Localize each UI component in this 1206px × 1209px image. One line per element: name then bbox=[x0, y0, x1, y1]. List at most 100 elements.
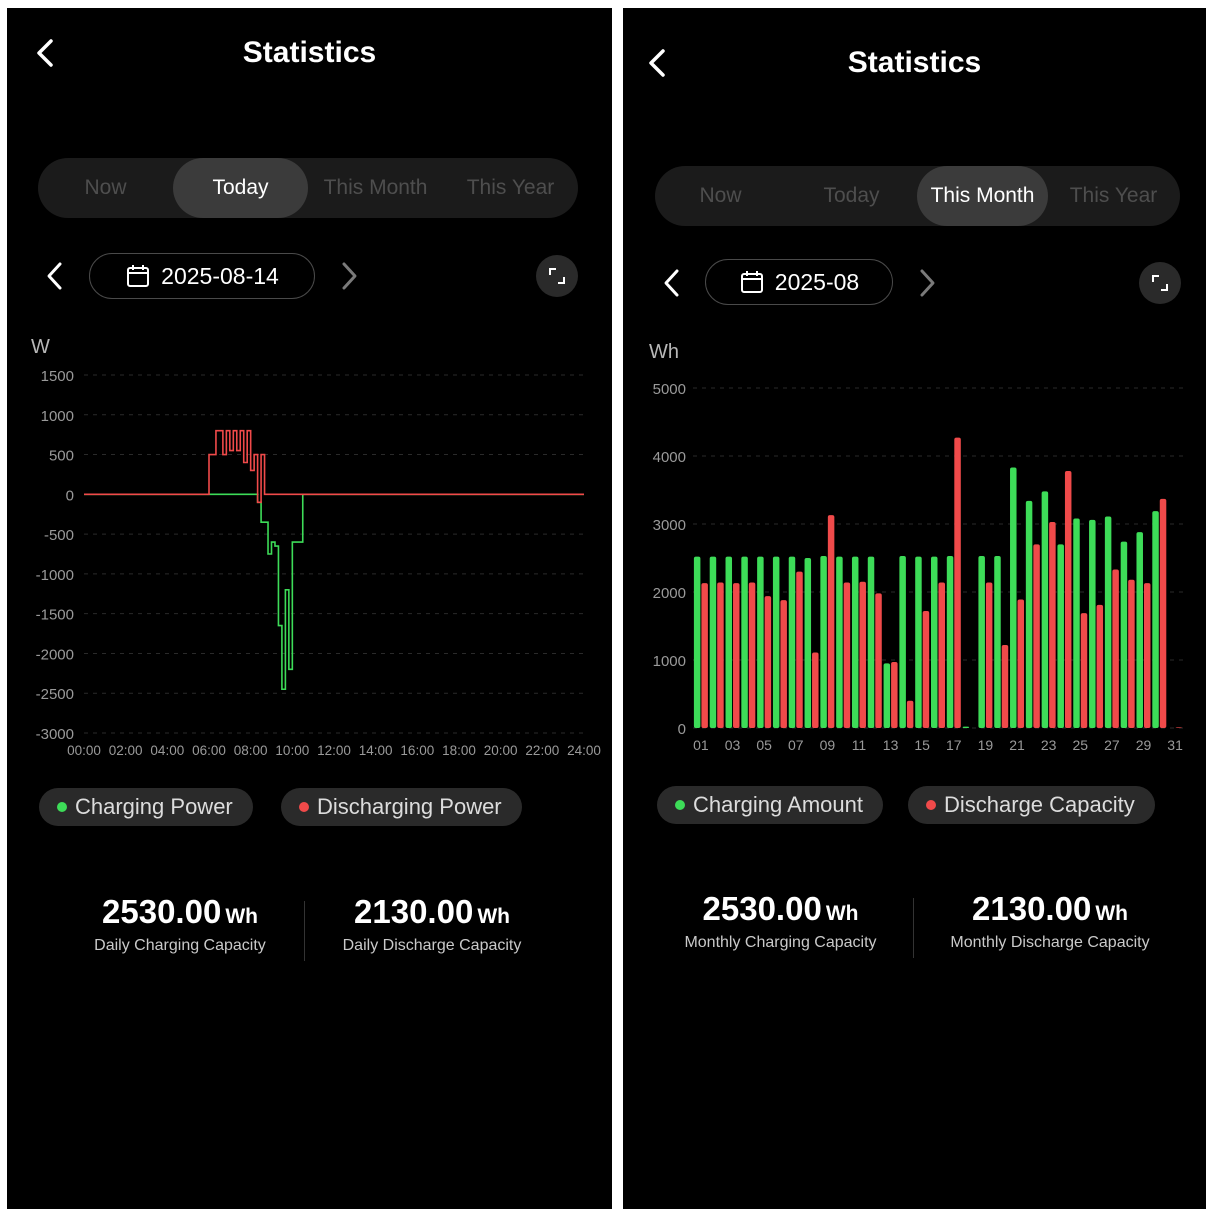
tab-this-month[interactable]: This Month bbox=[308, 158, 443, 218]
discharge-bar bbox=[1175, 727, 1183, 728]
y-tick-label: 500 bbox=[49, 448, 74, 465]
x-tick-label: 01 bbox=[693, 737, 709, 753]
x-tick-label: 16:00 bbox=[400, 743, 434, 758]
legend-charging-power[interactable]: Charging Power bbox=[39, 788, 253, 826]
stat-caption: Daily Charging Capacity bbox=[94, 937, 266, 954]
charge-bar bbox=[962, 726, 970, 728]
energy-bar-chart: 5000 4000 3000 2000 1000 0 01 03 05 07 09 11 13 15 17 1… bbox=[653, 381, 1183, 753]
chevron-left-icon bbox=[664, 269, 679, 297]
date-picker[interactable]: 2025-08 bbox=[705, 259, 893, 305]
previous-date-button[interactable] bbox=[40, 256, 70, 296]
discharge-bar bbox=[1112, 569, 1119, 728]
charge-bar bbox=[725, 556, 733, 728]
stat-unit: Wh bbox=[1095, 902, 1128, 925]
expand-icon bbox=[1152, 275, 1168, 291]
tab-today[interactable]: Today bbox=[173, 158, 308, 218]
y-tick-label: 1500 bbox=[41, 368, 74, 385]
stat-divider bbox=[304, 901, 305, 961]
charge-bar bbox=[1010, 467, 1017, 728]
tab-now[interactable]: Now bbox=[655, 166, 786, 226]
stat-divider bbox=[913, 898, 914, 958]
power-line-chart: 1500 1000 500 0 -500 -1000 -1500 -2000 -2500 -300… bbox=[36, 368, 601, 758]
x-tick-label: 05 bbox=[756, 737, 772, 753]
charge-bar bbox=[820, 555, 827, 728]
y-tick-label: -1000 bbox=[36, 567, 74, 584]
x-tick-label: 10:00 bbox=[275, 743, 309, 758]
next-date-button[interactable] bbox=[334, 256, 364, 296]
monthly-charging-stat: 2530.00 Wh Monthly Charging Capacity bbox=[673, 890, 888, 952]
charge-bar bbox=[1057, 544, 1064, 728]
x-tick-label: 29 bbox=[1136, 737, 1152, 753]
discharge-bar bbox=[922, 611, 930, 728]
next-date-button[interactable] bbox=[912, 263, 942, 303]
discharge-bar bbox=[906, 700, 914, 728]
x-tick-label: 00:00 bbox=[67, 743, 101, 758]
tab-now[interactable]: Now bbox=[38, 158, 173, 218]
charge-bar bbox=[1152, 511, 1159, 728]
expand-chart-button[interactable] bbox=[1139, 262, 1181, 304]
discharge-bar bbox=[1159, 498, 1167, 728]
stat-caption: Daily Discharge Capacity bbox=[342, 937, 522, 954]
chevron-left-icon bbox=[47, 262, 62, 290]
y-tick-label: 1000 bbox=[41, 408, 74, 425]
discharge-bar bbox=[717, 582, 724, 728]
legend-discharge-capacity[interactable]: Discharge Capacity bbox=[908, 786, 1155, 824]
charge-bar bbox=[978, 555, 985, 728]
x-tick-label: 31 bbox=[1167, 737, 1183, 753]
legend-label: Discharging Power bbox=[317, 794, 502, 819]
charge-bar bbox=[693, 556, 701, 728]
charge-bar bbox=[1025, 500, 1033, 728]
discharging-power-line bbox=[84, 429, 584, 504]
expand-chart-button[interactable] bbox=[536, 255, 578, 297]
stat-value: 2130.00 bbox=[354, 893, 474, 930]
y-tick-label: 3000 bbox=[653, 517, 686, 534]
x-tick-label: 02:00 bbox=[109, 743, 143, 758]
stat-value: 2130.00 bbox=[972, 890, 1092, 927]
legend-discharging-power[interactable]: Discharging Power bbox=[281, 788, 522, 826]
x-tick-label: 12:00 bbox=[317, 743, 351, 758]
daily-statistics-screen: Statistics Now Today This Month This Yea… bbox=[7, 8, 612, 1209]
legend-label: Charging Power bbox=[75, 794, 233, 819]
calendar-icon bbox=[127, 265, 150, 287]
y-tick-label: 2000 bbox=[653, 585, 686, 602]
charge-bar bbox=[867, 556, 875, 728]
tab-this-year[interactable]: This Year bbox=[1048, 166, 1179, 226]
y-tick-label: 0 bbox=[66, 487, 74, 504]
charge-bar bbox=[1104, 516, 1112, 728]
stat-caption: Monthly Discharge Capacity bbox=[950, 934, 1150, 951]
expand-icon bbox=[549, 268, 565, 284]
charge-bar bbox=[772, 556, 780, 728]
discharge-bar bbox=[701, 583, 708, 728]
x-tick-label: 04:00 bbox=[150, 743, 184, 758]
x-tick-label: 27 bbox=[1104, 737, 1120, 753]
y-tick-label: 4000 bbox=[653, 449, 686, 466]
charge-bar bbox=[899, 555, 906, 728]
legend-label: Discharge Capacity bbox=[944, 792, 1135, 817]
date-picker[interactable]: 2025-08-14 bbox=[89, 253, 315, 299]
charge-bar bbox=[804, 558, 812, 728]
x-tick-label: 09 bbox=[820, 737, 836, 753]
charge-bar bbox=[741, 556, 748, 728]
discharge-bar bbox=[796, 571, 803, 728]
calendar-icon bbox=[740, 271, 763, 293]
y-tick-label: -1500 bbox=[36, 607, 74, 624]
discharge-bar bbox=[954, 437, 961, 728]
y-tick-label: -3000 bbox=[36, 726, 74, 743]
charge-bar bbox=[788, 556, 796, 728]
legend-charging-amount[interactable]: Charging Amount bbox=[657, 786, 883, 824]
charge-bar bbox=[931, 556, 938, 728]
discharge-bar bbox=[748, 582, 756, 728]
period-tabs: Now Today This Month This Year bbox=[655, 166, 1180, 226]
previous-date-button[interactable] bbox=[657, 263, 687, 303]
x-tick-label: 07 bbox=[788, 737, 804, 753]
tab-this-month[interactable]: This Month bbox=[917, 166, 1048, 226]
tab-today[interactable]: Today bbox=[786, 166, 917, 226]
x-tick-label: 20:00 bbox=[484, 743, 518, 758]
chevron-right-icon bbox=[342, 262, 357, 290]
stat-value: 2530.00 bbox=[102, 893, 222, 930]
charge-bar bbox=[851, 556, 859, 728]
y-axis-unit: Wh bbox=[649, 341, 679, 363]
tab-this-year[interactable]: This Year bbox=[443, 158, 578, 218]
charge-bar bbox=[1136, 532, 1143, 728]
charge-bar bbox=[836, 556, 843, 728]
